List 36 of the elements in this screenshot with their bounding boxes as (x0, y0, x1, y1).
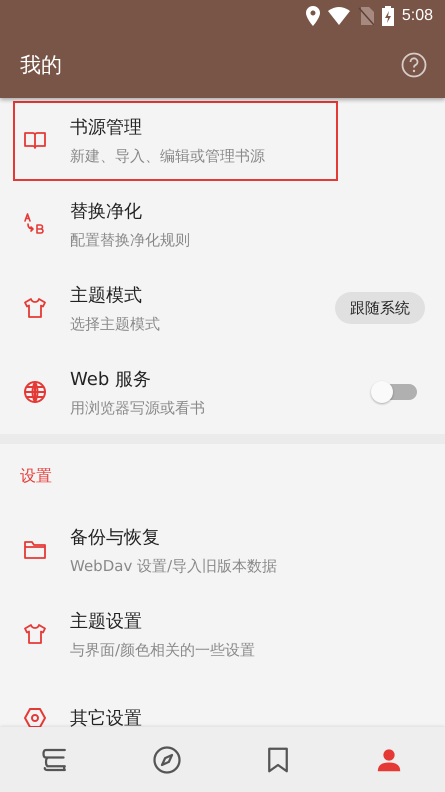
menu-item[interactable]: 备份与恢复 WebDav 设置/导入旧版本数据 (0, 508, 445, 592)
item-title: 替换净化 (70, 200, 143, 222)
item-subtitle: 用浏览器写源或看书 (70, 398, 206, 418)
menu-item[interactable]: 其它设置 (0, 676, 445, 727)
item-subtitle: WebDav 设置/导入旧版本数据 (70, 556, 278, 576)
toggle-switch[interactable] (371, 381, 417, 403)
menu-item[interactable]: 书源管理 新建、导入、编辑或管理书源 (0, 98, 445, 182)
item-title: Web 服务 (70, 368, 152, 390)
item-title: 主题模式 (70, 284, 143, 306)
item-subtitle: 新建、导入、编辑或管理书源 (70, 146, 266, 166)
compass-icon (152, 744, 182, 774)
item-title: 其它设置 (70, 707, 143, 727)
menu-item[interactable]: 主题模式 选择主题模式 跟随系统 (0, 266, 445, 350)
app-bar-title: 我的 (20, 52, 62, 79)
globe-icon (23, 380, 47, 404)
menu-item[interactable]: 替换净化 配置替换净化规则 (0, 182, 445, 266)
menu-item[interactable]: Web 服务 用浏览器写源或看书 (0, 350, 445, 434)
menu-item[interactable]: 主题设置 与界面/颜色相关的一些设置 (0, 592, 445, 676)
item-subtitle: 选择主题模式 (70, 314, 161, 334)
location-icon (306, 6, 320, 26)
shirt-icon (23, 622, 47, 646)
no-sim-icon (358, 7, 374, 25)
status-time: 5:08 (402, 7, 433, 25)
item-title: 主题设置 (70, 610, 143, 632)
folder-icon (23, 538, 47, 562)
help-icon[interactable] (401, 52, 427, 78)
item-title: 备份与恢复 (70, 526, 161, 548)
item-subtitle: 配置替换净化规则 (70, 230, 191, 250)
hexagon-gear-icon (23, 706, 47, 727)
wifi-icon (328, 7, 350, 25)
item-subtitle: 与界面/颜色相关的一些设置 (70, 640, 256, 660)
section-header: 设置 (20, 466, 52, 486)
battery-charging-icon (382, 6, 394, 26)
shirt-icon (23, 296, 47, 320)
item-title: 书源管理 (70, 116, 143, 138)
theme-mode-chip[interactable]: 跟随系统 (335, 292, 425, 324)
